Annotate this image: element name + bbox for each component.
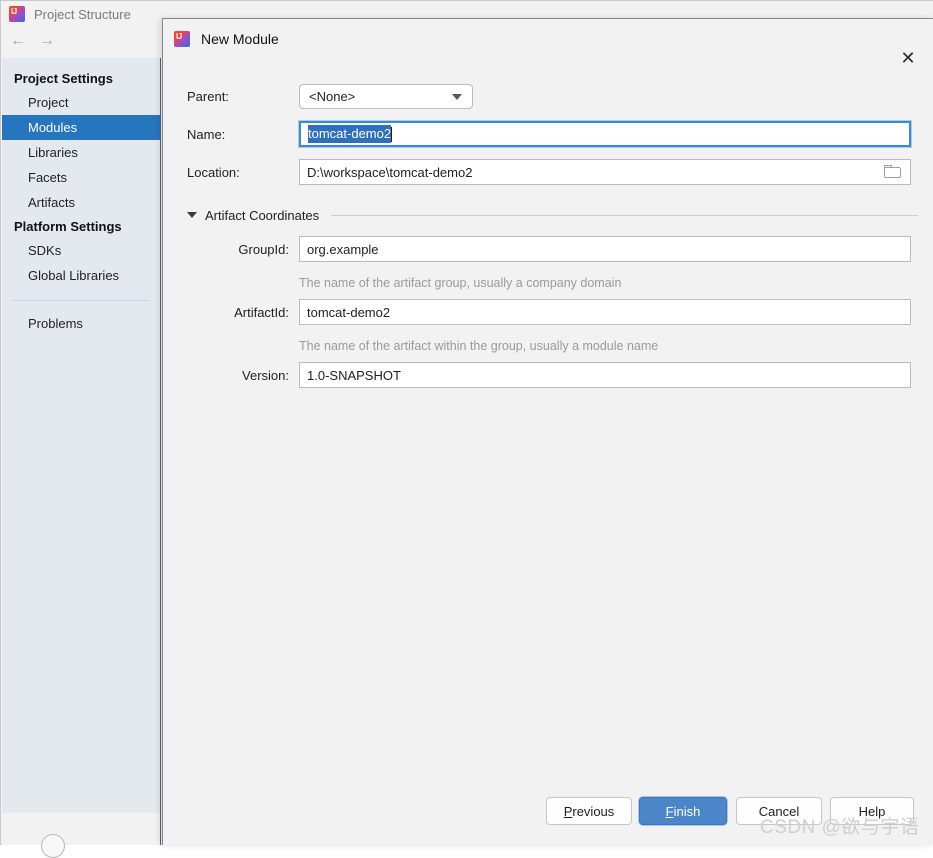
artifact-coordinates-section-header[interactable]: Artifact Coordinates [163,205,932,225]
sidebar-item-problems[interactable]: Problems [2,311,160,336]
previous-button[interactable]: Previous [546,797,632,825]
sidebar-item-modules[interactable]: Modules [2,115,160,140]
artifactid-label: ArtifactId: [163,305,289,320]
section-divider [331,215,918,216]
close-icon[interactable]: ✕ [893,43,923,73]
finish-button-label: inish [674,804,701,819]
dialog-title: New Module [201,31,279,47]
help-circle-icon[interactable] [41,834,65,858]
name-input[interactable]: tomcat-demo2 [299,121,911,147]
cancel-button[interactable]: Cancel [736,797,822,825]
previous-button-label: revious [572,804,614,819]
artifact-coordinates-fields: GroupId: org.example The name of the art… [163,235,932,394]
artifactid-input-value: tomcat-demo2 [307,305,390,320]
field-row-version: Version: 1.0-SNAPSHOT [163,361,932,394]
intellij-logo-icon [9,6,25,22]
location-input-value: D:\workspace\tomcat-demo2 [307,165,472,180]
sidebar-item-project[interactable]: Project [2,90,160,115]
back-arrow-icon[interactable]: ← [10,33,26,49]
sidebar-item-artifacts[interactable]: Artifacts [2,190,160,215]
project-structure-title: Project Structure [34,7,131,22]
chevron-down-icon[interactable] [187,212,197,218]
chevron-down-icon [452,94,462,100]
version-input-value: 1.0-SNAPSHOT [307,368,401,383]
text-caret [391,127,392,142]
parent-combobox-value: <None> [309,89,355,104]
sidebar-item-libraries[interactable]: Libraries [2,140,160,165]
version-input[interactable]: 1.0-SNAPSHOT [299,362,911,388]
new-module-dialog: New Module ✕ Parent: <None> Name: tomcat… [162,18,933,845]
sidebar-item-facets[interactable]: Facets [2,165,160,190]
location-label: Location: [187,165,295,180]
sidebar-item-global-libraries[interactable]: Global Libraries [2,263,160,288]
sidebar-bottom-strip [2,813,161,845]
sidebar-group-header-project-settings: Project Settings [2,67,160,90]
help-button[interactable]: Help [830,797,914,825]
finish-button-mnemonic: F [666,804,674,819]
intellij-logo-icon [174,31,190,47]
sidebar-item-sdks[interactable]: SDKs [2,238,160,263]
parent-label: Parent: [187,89,295,104]
folder-icon[interactable] [884,165,902,179]
field-row-artifactid: ArtifactId: tomcat-demo2 [163,298,932,331]
project-structure-navbar: ← → [1,27,161,55]
finish-button[interactable]: Finish [639,797,727,825]
module-form: Parent: <None> Name: tomcat-demo2 Locati… [163,81,932,195]
sidebar-group-header-platform-settings: Platform Settings [2,215,160,238]
name-input-value: tomcat-demo2 [308,125,391,143]
artifactid-hint: The name of the artifact within the grou… [299,331,933,361]
previous-button-mnemonic: P [564,804,573,819]
field-row-parent: Parent: <None> [163,81,932,119]
dialog-footer: Previous Finish Cancel Help [163,787,932,845]
dialog-titlebar: New Module [163,19,932,59]
parent-combobox[interactable]: <None> [299,84,473,109]
groupid-hint: The name of the artifact group, usually … [299,268,933,298]
artifact-coordinates-label: Artifact Coordinates [205,208,319,223]
field-row-groupid: GroupId: org.example [163,235,932,268]
field-row-location: Location: D:\workspace\tomcat-demo2 [163,157,932,195]
groupid-input[interactable]: org.example [299,236,911,262]
field-row-name: Name: tomcat-demo2 [163,119,932,157]
settings-sidebar: Project Settings Project Modules Librari… [2,58,161,813]
version-label: Version: [163,368,289,383]
location-input[interactable]: D:\workspace\tomcat-demo2 [299,159,911,185]
sidebar-divider [12,300,150,301]
artifactid-input[interactable]: tomcat-demo2 [299,299,911,325]
groupid-input-value: org.example [307,242,379,257]
groupid-label: GroupId: [163,242,289,257]
forward-arrow-icon[interactable]: → [39,33,55,49]
name-label: Name: [187,127,295,142]
